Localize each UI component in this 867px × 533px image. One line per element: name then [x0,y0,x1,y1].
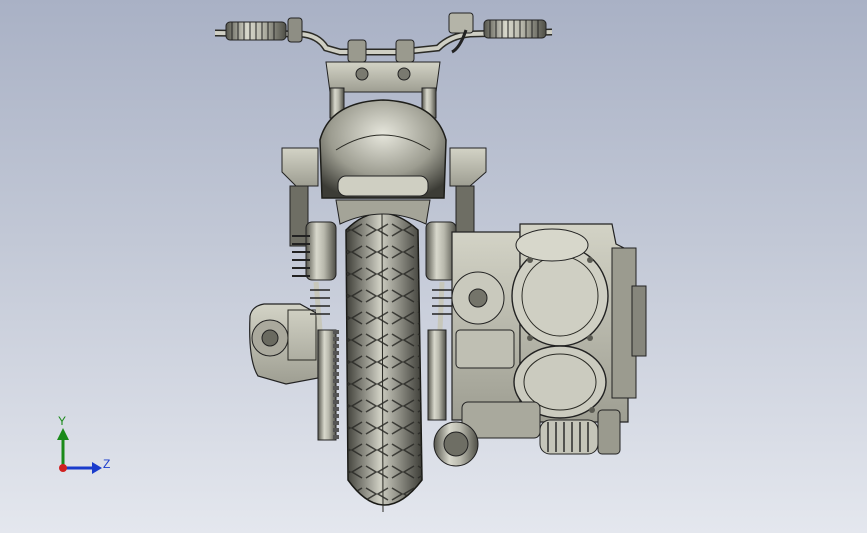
z-axis-label: Z [103,457,111,471]
axis-triad-icon [57,428,102,474]
handlebar [214,12,553,63]
y-axis-label: Y [58,414,67,428]
x-axis-point [59,464,67,472]
motorcycle-model[interactable] [0,0,867,533]
right-grip [483,19,547,39]
coordinate-triad [40,410,130,490]
rear-tire [345,211,423,513]
left-engine-cover [249,303,319,385]
fuel-tank [319,99,447,199]
right-engine-block [451,223,647,423]
cad-viewport[interactable]: Y Z [0,0,867,533]
